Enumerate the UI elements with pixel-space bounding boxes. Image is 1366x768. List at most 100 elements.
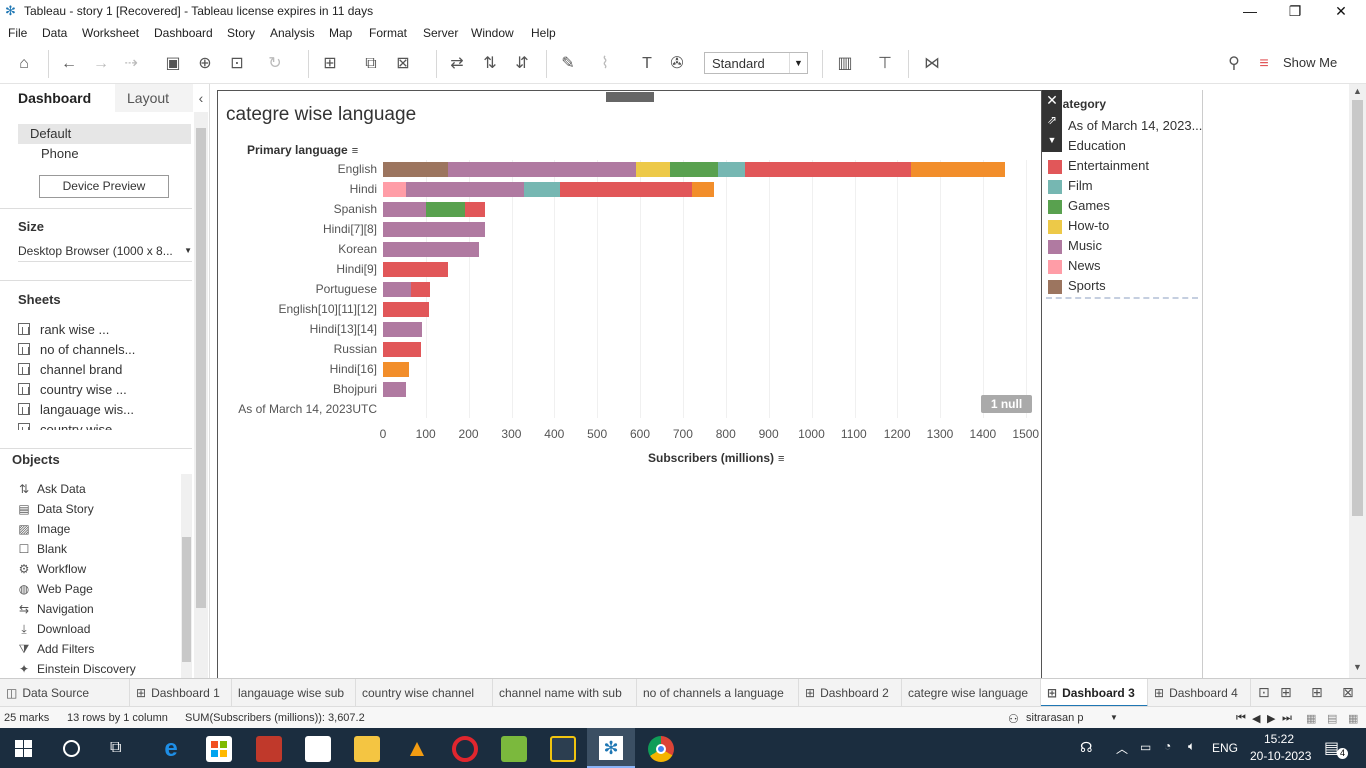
category-label[interactable]: English[10][11][12] bbox=[278, 302, 377, 316]
scroll-up-icon[interactable]: ▲ bbox=[1349, 86, 1366, 96]
sheet-item[interactable]: langauage wis... bbox=[18, 402, 134, 417]
bar-segment-entertainment[interactable] bbox=[464, 202, 486, 217]
sheet-item[interactable]: rank wise ... bbox=[18, 322, 109, 337]
legend-item-label[interactable]: Music bbox=[1068, 238, 1102, 253]
tableau-taskbar-button[interactable]: ✻ bbox=[587, 728, 635, 768]
file-explorer-icon[interactable] bbox=[354, 736, 380, 762]
bar-segment-entertainment[interactable] bbox=[411, 282, 431, 297]
row-header[interactable]: Primary language ≡ bbox=[247, 143, 358, 157]
legend-item-label[interactable]: Film bbox=[1068, 178, 1093, 193]
sheet-item[interactable]: no of channels... bbox=[18, 342, 135, 357]
legend-item-label[interactable]: Games bbox=[1068, 198, 1110, 213]
duplicate-icon[interactable]: ⧉ bbox=[360, 53, 382, 75]
size-select[interactable]: Desktop Browser (1000 x 8... ▼ bbox=[18, 244, 192, 262]
menu-server[interactable]: Server bbox=[423, 26, 458, 40]
x-axis-title[interactable]: Subscribers (millions) ≡ bbox=[648, 451, 784, 465]
sheet-tab[interactable]: ◫ Data Source bbox=[0, 679, 130, 707]
more-options-icon[interactable]: ▼ bbox=[1042, 135, 1062, 145]
new-dashboard-tab-icon[interactable]: ⊞ bbox=[1280, 684, 1292, 701]
bar-segment-entertainment[interactable] bbox=[383, 342, 421, 357]
bluestacks-icon[interactable] bbox=[501, 736, 527, 762]
category-label[interactable]: Hindi[9] bbox=[336, 262, 377, 276]
menu-analysis[interactable]: Analysis bbox=[270, 26, 315, 40]
windows-start-icon[interactable] bbox=[15, 740, 32, 757]
menu-help[interactable]: Help bbox=[531, 26, 556, 40]
highlight-icon[interactable]: ✎ bbox=[557, 53, 579, 75]
microsoft-store-icon[interactable] bbox=[206, 736, 232, 762]
object-item[interactable]: ☐ Blank bbox=[17, 542, 67, 556]
category-label[interactable]: English bbox=[338, 162, 377, 176]
battery-icon[interactable]: ▭ bbox=[1140, 740, 1151, 754]
sheet-item[interactable]: country wise ... bbox=[18, 382, 127, 397]
chevron-down-icon[interactable]: ▼ bbox=[1110, 713, 1118, 722]
bar-segment-music[interactable] bbox=[405, 182, 525, 197]
bar-segment-music[interactable] bbox=[383, 282, 412, 297]
bar-segment-music[interactable] bbox=[383, 222, 486, 237]
bar-segment-music[interactable] bbox=[448, 162, 636, 177]
clear-sheet-icon[interactable]: ⊠ bbox=[392, 53, 414, 75]
show-me-button[interactable]: Show Me bbox=[1283, 55, 1337, 70]
legend-swatch[interactable] bbox=[1048, 280, 1062, 294]
category-label[interactable]: Bhojpuri bbox=[333, 382, 377, 396]
bar-segment-education[interactable] bbox=[910, 162, 1005, 177]
bar-segment-entertainment[interactable] bbox=[560, 182, 693, 197]
category-label[interactable]: Portuguese bbox=[316, 282, 377, 296]
legend-swatch[interactable] bbox=[1048, 180, 1062, 194]
object-item[interactable]: ▨ Image bbox=[17, 522, 70, 536]
objects-scrollbar[interactable] bbox=[181, 474, 192, 678]
sort-ascending-icon[interactable]: ⇅ bbox=[479, 53, 501, 75]
sheet-sorter-icon[interactable]: ▦ bbox=[1348, 712, 1358, 725]
format-painter-icon[interactable]: ⚲ bbox=[1223, 53, 1245, 75]
new-worksheet-icon[interactable]: ⊞ bbox=[319, 53, 341, 75]
task-view-icon[interactable]: ⧉ bbox=[110, 739, 121, 757]
object-item[interactable]: ⤓ Download bbox=[17, 622, 90, 637]
sheet-item[interactable]: channel brand bbox=[18, 362, 122, 377]
object-item[interactable]: ◍ Web Page bbox=[17, 582, 93, 596]
group-icon[interactable]: ⌇ bbox=[594, 53, 616, 75]
pause-updates-icon[interactable]: ⊡ bbox=[226, 53, 248, 75]
redo-icon[interactable]: → bbox=[90, 53, 112, 75]
undo-icon[interactable]: ← bbox=[58, 53, 80, 75]
user-name[interactable]: sitrarasan p bbox=[1026, 712, 1083, 724]
sheet-tab[interactable]: categre wise language bbox=[902, 679, 1041, 707]
category-label[interactable]: Hindi[13][14] bbox=[310, 322, 377, 336]
edge-browser-icon[interactable]: e bbox=[158, 736, 184, 762]
scroll-thumb[interactable] bbox=[1352, 100, 1363, 516]
drag-handle[interactable] bbox=[605, 91, 655, 103]
show-cards-icon[interactable]: ▥ bbox=[834, 53, 856, 75]
new-data-source-icon[interactable]: ⊕ bbox=[194, 53, 216, 75]
chrome-icon[interactable] bbox=[648, 736, 674, 762]
share-icon[interactable]: ⋈ bbox=[921, 53, 943, 75]
device-preview-button[interactable]: Device Preview bbox=[39, 175, 169, 198]
legend-item-label[interactable]: Education bbox=[1068, 138, 1126, 153]
bar-segment-music[interactable] bbox=[383, 382, 407, 397]
legend-item-label[interactable]: As of March 14, 2023... bbox=[1068, 118, 1202, 133]
menu-worksheet[interactable]: Worksheet bbox=[82, 26, 139, 40]
menu-format[interactable]: Format bbox=[369, 26, 407, 40]
collapse-panel-button[interactable]: ‹ bbox=[193, 84, 209, 112]
category-label[interactable]: Hindi[16] bbox=[330, 362, 377, 376]
menu-file[interactable]: File bbox=[8, 26, 27, 40]
sheet-tab[interactable]: no of channels a language bbox=[637, 679, 799, 707]
legend-swatch[interactable] bbox=[1048, 220, 1062, 234]
legend-swatch[interactable] bbox=[1048, 240, 1062, 254]
ssms-icon[interactable] bbox=[256, 736, 282, 762]
bar-segment-news[interactable] bbox=[383, 182, 406, 197]
menu-story[interactable]: Story bbox=[227, 26, 255, 40]
object-item[interactable]: ▤ Data Story bbox=[17, 502, 93, 516]
canvas-scrollbar[interactable]: ▲ ▼ bbox=[1349, 84, 1366, 678]
bar-segment-entertainment[interactable] bbox=[383, 262, 448, 277]
category-label[interactable]: Spanish bbox=[334, 202, 377, 216]
scroll-down-icon[interactable]: ▼ bbox=[1349, 662, 1366, 672]
object-item[interactable]: ✦ Einstein Discovery bbox=[17, 662, 136, 676]
tab-dashboard[interactable]: Dashboard bbox=[0, 84, 115, 112]
tab-layout[interactable]: Layout bbox=[115, 84, 193, 112]
search-icon[interactable] bbox=[63, 740, 80, 757]
next-sheet-icon[interactable]: ▶ bbox=[1267, 712, 1275, 725]
remove-icon[interactable]: ✕ bbox=[1042, 92, 1062, 109]
sheet-tab[interactable]: country wise channel bbox=[356, 679, 493, 707]
scroll-thumb[interactable] bbox=[196, 128, 206, 608]
sheet-tab[interactable]: langauage wise sub bbox=[232, 679, 356, 707]
new-tab-icon[interactable]: ⊠ bbox=[1342, 684, 1354, 701]
presentation-mode-icon[interactable]: ⊤ bbox=[874, 53, 896, 75]
